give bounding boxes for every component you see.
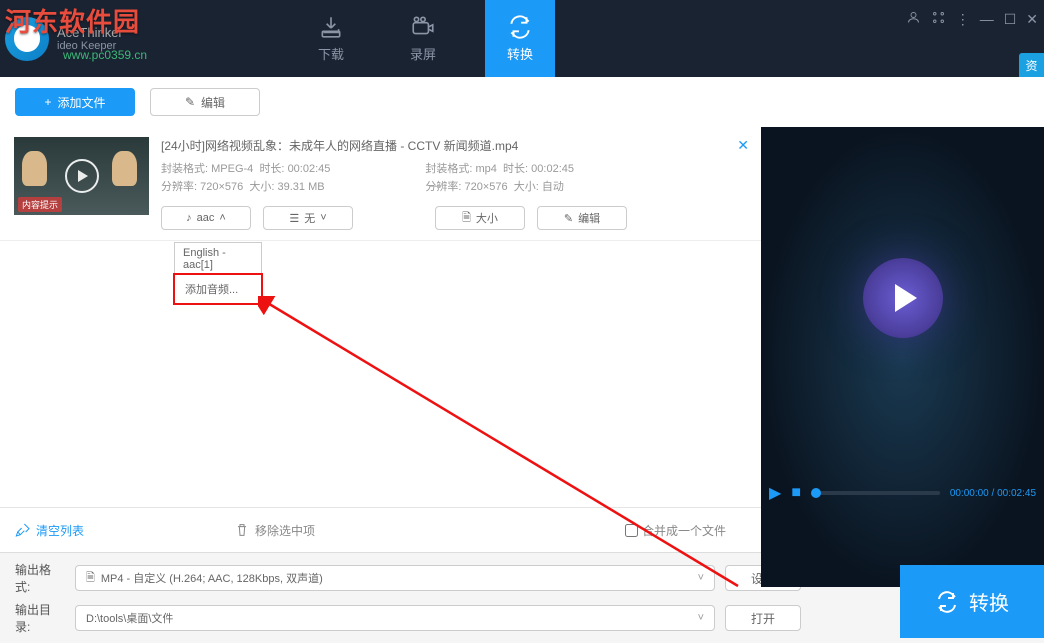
convert-button[interactable]: 转换 [900,565,1044,638]
stop-icon[interactable]: ■ [791,484,801,502]
audio-dropdown-menu: English - aac[1] 无 添加音频... [174,242,262,304]
minimize-icon[interactable]: — [980,11,994,27]
option-row: ♪ aac ˄ ☰ 无 ˅ 🗎 大小 ✎ 编辑 [161,206,747,230]
convert-icon [935,590,959,614]
preview-pane: ▶ ■ 00:00:00 / 00:02:45 [761,127,1044,507]
play-icon[interactable]: ▶ [769,483,781,503]
dropdown-item-add-audio[interactable]: 添加音频... [173,273,263,305]
source-info: 封装格式: MPEG-4 时长: 00:02:45 分辨率: 720×576 大… [161,160,330,196]
file-icon: 🗎 [86,569,95,588]
apps-icon[interactable] [931,10,946,28]
target-info: 封装格式: mp4 时长: 00:02:45 分辨率: 720×576 大小: … [425,160,574,196]
thumb-play-icon [65,159,99,193]
file-row[interactable]: 内容提示 [24小时]网络视频乱象：未成年人的网络直播 - CCTV 新闻频道.… [0,127,761,241]
audio-track-dropdown[interactable]: ♪ aac ˄ [161,206,251,230]
merge-checkbox-input[interactable] [625,524,638,537]
maximize-icon[interactable]: ☐ [1004,11,1017,28]
merge-checkbox[interactable]: 合并成一个文件 [625,522,726,539]
file-title: [24小时]网络视频乱象：未成年人的网络直播 - CCTV 新闻频道.mp4 [161,137,747,154]
chevron-down-icon: ˅ [698,572,704,584]
seek-slider[interactable] [811,491,940,495]
watermark-url: www.pc0359.cn [63,48,147,62]
subtitle-icon: ☰ [289,212,299,225]
chevron-down-icon: ˅ [320,212,326,224]
size-button[interactable]: 🗎 大小 [435,206,525,230]
toolbar: + 添加文件 ✎ 编辑 [0,77,1044,127]
tab-convert[interactable]: 转换 [485,0,555,77]
remove-file-icon[interactable]: ✕ [737,137,749,154]
broom-icon [15,522,31,538]
tab-download[interactable]: 下载 [301,0,361,77]
file-info: [24小时]网络视频乱象：未成年人的网络直播 - CCTV 新闻频道.mp4 封… [161,137,747,230]
time-display: 00:00:00 / 00:02:45 [950,488,1036,499]
edit-button[interactable]: ✎ 编辑 [150,88,260,116]
thumb-label: 内容提示 [18,197,62,212]
output-dir-select[interactable]: D:\tools\桌面\文件 ˅ [75,605,715,631]
open-button[interactable]: 打开 [725,605,801,631]
add-file-button[interactable]: + 添加文件 [15,88,135,116]
preview-canvas [761,127,1044,587]
file-list-pane: 内容提示 [24小时]网络视频乱象：未成年人的网络直播 - CCTV 新闻频道.… [0,127,761,507]
watermark-text: 河东软件园 [5,2,140,39]
convert-icon [507,14,533,40]
user-icon[interactable] [906,10,921,28]
side-tag[interactable]: 资 [1019,53,1044,77]
plus-icon: + [44,95,51,109]
chevron-up-icon: ˄ [219,212,225,224]
menu-icon[interactable]: ⋮ [956,11,970,28]
output-format-select[interactable]: 🗎 MP4 - 自定义 (H.264; AAC, 128Kbps, 双声道) ˅ [75,565,715,591]
video-thumbnail[interactable]: 内容提示 [14,137,149,215]
tab-record[interactable]: 录屏 [393,0,453,77]
output-format-label: 输出格式: [15,561,65,595]
edit-item-button[interactable]: ✎ 编辑 [537,206,627,230]
player-controls: ▶ ■ 00:00:00 / 00:02:45 [761,479,1044,507]
wand-icon: ✎ [185,95,195,109]
download-icon [318,14,344,40]
trash-icon [234,522,250,538]
wand-icon: ✎ [564,212,573,225]
file-icon: 🗎 [462,209,471,228]
clear-list-button[interactable]: 清空列表 [15,522,84,539]
arrow-right-icon: → [425,173,445,196]
close-window-icon[interactable]: ✕ [1026,11,1038,28]
output-dir-label: 输出目录: [15,601,65,635]
chevron-down-icon: ˅ [698,612,704,624]
main-area: 内容提示 [24小时]网络视频乱象：未成年人的网络直播 - CCTV 新闻频道.… [0,127,1044,507]
top-bar: AceThinker ideo Keeper 下载 录屏 转换 ⋮ — ☐ ✕ … [0,0,1044,77]
nav-tabs: 下载 录屏 转换 [285,0,571,77]
remove-selected-button[interactable]: 移除选中项 [234,522,315,539]
audio-icon: ♪ [186,212,192,224]
dropdown-item-english[interactable]: English - aac[1] [175,243,261,275]
preview-play-icon[interactable] [863,258,943,338]
window-controls: ⋮ — ☐ ✕ [906,10,1038,28]
subtitle-dropdown[interactable]: ☰ 无 ˅ [263,206,353,230]
record-icon [410,14,436,40]
